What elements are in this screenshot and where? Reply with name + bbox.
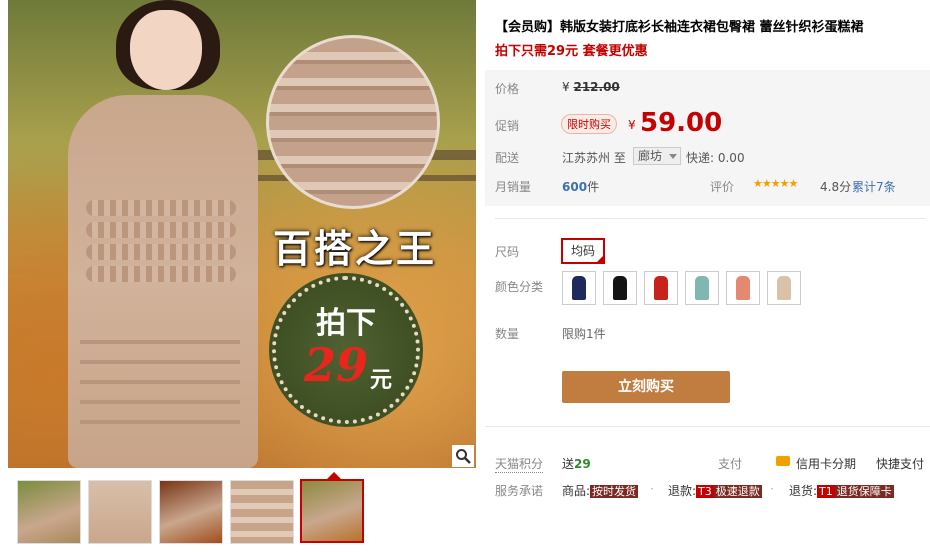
promise-tag: 按时发货 [590, 485, 639, 498]
dress-ruffle [86, 244, 236, 260]
thumbnail[interactable] [230, 480, 294, 544]
rating-stars-icon: ★★★★★ [753, 177, 798, 190]
dress-stripe [80, 360, 240, 364]
original-price-value: 212.00 [573, 80, 620, 94]
image-price-badge: 拍下 29 元 [272, 276, 420, 424]
separator: · [770, 482, 774, 496]
destination-city: 廊坊 [638, 149, 663, 163]
divider [495, 218, 925, 219]
promise-fast-refund[interactable]: 退款: T3 极速退款 [668, 482, 762, 499]
rating-score: 4.8分 [820, 180, 852, 194]
monthly-sales-label: 月销量 [495, 180, 532, 194]
chevron-down-icon [669, 154, 678, 159]
quick-pay-link[interactable]: 快捷支付 [876, 455, 924, 472]
promise-tag: 退货保障卡 [834, 485, 894, 498]
active-thumb-pointer [327, 472, 341, 479]
destination-dropdown[interactable]: 廊坊 [633, 147, 682, 165]
promo-tag: 限时购买 [561, 114, 617, 134]
ship-from-city: 江苏苏州 [562, 151, 611, 165]
price-label: 价格 [495, 82, 520, 96]
separator: · [650, 482, 654, 496]
image-slogan: 百搭之王 [272, 226, 437, 271]
promise-prefix: 退款: [668, 484, 697, 498]
divider [485, 426, 930, 427]
detail-zoom-circle [266, 35, 440, 209]
badge-top-text: 拍下 [316, 306, 376, 341]
thumbnail[interactable] [159, 480, 223, 544]
dress-thumb [777, 276, 791, 300]
buy-now-button[interactable]: 立刻购买 [562, 371, 730, 403]
points-value: 送29 [562, 455, 591, 472]
currency-symbol: ¥ [562, 80, 570, 94]
thumbnail[interactable] [17, 480, 81, 544]
promo-label: 促销 [495, 119, 520, 133]
shipping-label: 配送 [495, 151, 520, 165]
model-face [130, 10, 202, 90]
dress-stripe [80, 400, 240, 404]
badge-price: 29 [304, 338, 369, 392]
size-option-selected[interactable]: 均码 [561, 238, 606, 264]
dress-stripe [80, 380, 240, 384]
points-number: 29 [574, 457, 591, 471]
ship-to-word: 至 [613, 151, 626, 165]
points-prefix: 送 [562, 457, 575, 471]
size-label: 尺码 [495, 245, 520, 259]
dress-ruffle [86, 222, 236, 238]
dress-thumb [654, 276, 668, 300]
dress-thumb [695, 276, 709, 300]
quantity-label: 数量 [495, 327, 520, 341]
dress-ruffle [86, 200, 236, 216]
color-swatch-teal[interactable] [685, 271, 719, 305]
selected-check-icon [595, 254, 606, 264]
color-swatch-red[interactable] [644, 271, 678, 305]
express-fee: 快递: 0.00 [686, 151, 745, 165]
payment-label: 支付 [718, 457, 743, 471]
dress-stripe [80, 340, 240, 344]
color-label: 颜色分类 [495, 280, 544, 294]
zoom-button[interactable] [452, 445, 474, 467]
color-swatch-beige[interactable] [767, 271, 801, 305]
rating-label: 评价 [710, 180, 735, 194]
promise-return-guarantee[interactable]: 退货: T1 退货保障卡 [789, 482, 894, 499]
purchase-limit: 限购1件 [562, 327, 606, 341]
dress-thumb [613, 276, 627, 300]
review-count-link[interactable]: 累计7条 [852, 178, 896, 195]
size-option-label: 均码 [571, 244, 596, 258]
sale-price: 59.00 [640, 108, 723, 138]
credit-card-icon [776, 456, 790, 466]
monthly-sales-unit: 件 [587, 180, 600, 194]
service-promise-label: 服务承诺 [495, 484, 544, 498]
monthly-sales: 600件 [562, 178, 599, 195]
promise-tag: 极速退款 [713, 485, 762, 498]
promise-prefix: 商品: [562, 484, 591, 498]
monthly-sales-count: 600 [562, 180, 588, 194]
dress-thumb [736, 276, 750, 300]
color-swatch-black[interactable] [603, 271, 637, 305]
installment-link[interactable]: 信用卡分期 [796, 455, 856, 472]
promise-ontime-shipping[interactable]: 商品: 按时发货 [562, 482, 639, 499]
promise-code: T3 [696, 485, 714, 498]
thumbnail-active[interactable] [300, 479, 364, 543]
magnifier-icon [456, 449, 471, 464]
color-swatch-coral[interactable] [726, 271, 760, 305]
dress-stripe [80, 420, 240, 424]
color-swatch-navy[interactable] [562, 271, 596, 305]
sale-currency: ¥ [628, 118, 636, 132]
dress-ruffle [86, 266, 236, 282]
product-title: 【会员购】韩版女装打底衫长袖连衣裙包臀裙 蕾丝针织衫蛋糕裙 [495, 20, 864, 35]
points-label[interactable]: 天猫积分 [495, 455, 544, 473]
badge-unit: 元 [370, 367, 393, 393]
dress-thumb [572, 276, 586, 300]
promise-prefix: 退货: [789, 484, 818, 498]
thumbnail[interactable] [88, 480, 152, 544]
ship-from: 江苏苏州 至 [562, 149, 626, 166]
original-price: ¥ 212.00 [562, 80, 620, 94]
promise-code: T1 [817, 485, 835, 498]
promo-subtitle: 拍下只需29元 套餐更优惠 [495, 44, 648, 59]
